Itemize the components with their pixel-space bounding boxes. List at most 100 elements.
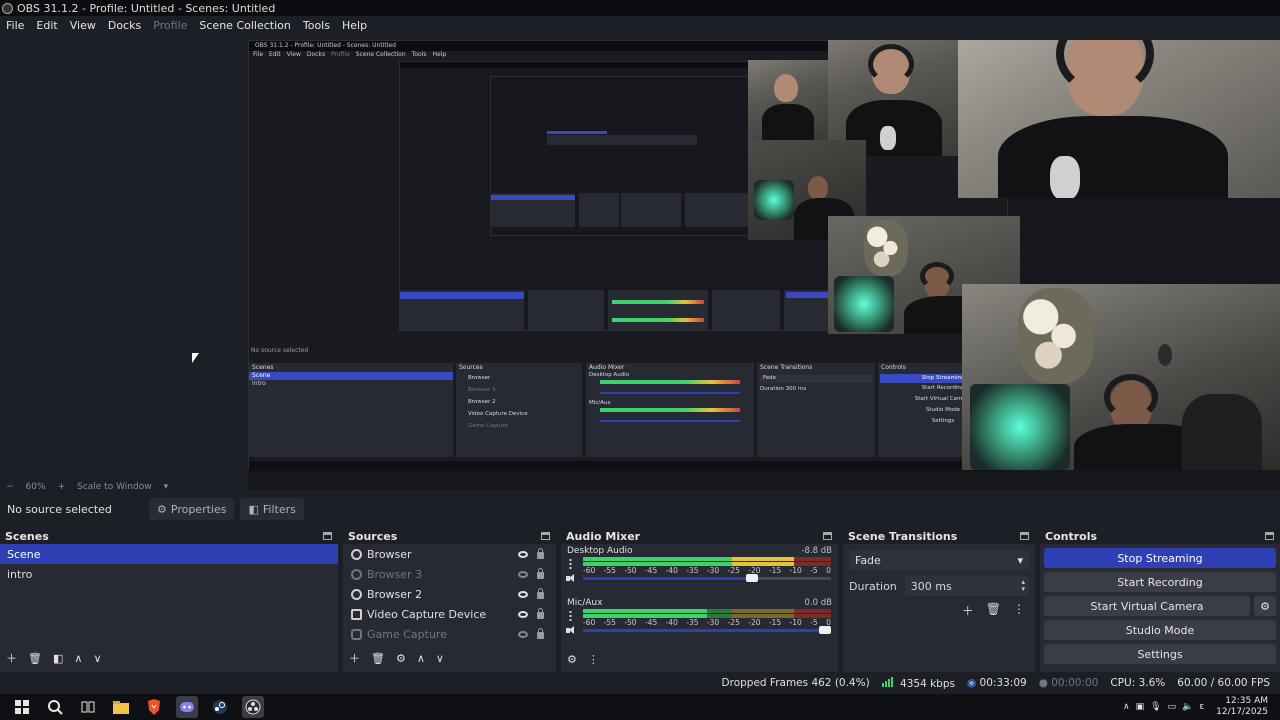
webcam-feed-large	[958, 40, 1280, 198]
volume-slider[interactable]	[583, 626, 831, 634]
settings-button[interactable]: Settings	[1044, 644, 1276, 664]
eye-hidden-icon[interactable]	[518, 571, 528, 578]
source-label: Browser 3	[367, 567, 423, 581]
properties-button[interactable]: ⚙ Properties	[149, 498, 235, 520]
menu-file[interactable]: File	[0, 19, 30, 32]
lock-icon[interactable]	[537, 588, 544, 599]
move-down-icon[interactable]: ∨	[436, 652, 444, 665]
menu-edit[interactable]: Edit	[30, 19, 63, 32]
move-up-icon[interactable]: ∧	[74, 652, 82, 665]
window-title: OBS 31.1.2 - Profile: Untitled - Scenes:…	[17, 1, 276, 15]
transition-select[interactable]: Fade ▾	[849, 550, 1029, 570]
discord-icon[interactable]	[176, 696, 198, 718]
taskbar-clock[interactable]: 12:35 AM 12/17/2025	[1216, 696, 1268, 718]
add-scene-icon[interactable]: ＋	[6, 650, 17, 666]
windows-start-icon[interactable]	[11, 696, 33, 718]
move-up-icon[interactable]: ∧	[417, 652, 425, 665]
dock-float-icon[interactable]	[1265, 532, 1274, 540]
source-item[interactable]: Video Capture Device	[343, 604, 556, 624]
tray-app-icon[interactable]: ▣	[1136, 702, 1145, 712]
language-icon[interactable]: ε	[1199, 702, 1204, 712]
advanced-audio-icon[interactable]: ⚙	[567, 653, 577, 666]
menu-docks[interactable]: Docks	[102, 19, 147, 32]
scale-mode-dropdown-icon[interactable]: ▾	[164, 482, 169, 492]
volume-slider[interactable]	[583, 574, 831, 582]
camera-icon	[351, 608, 362, 620]
mixer-menu-icon[interactable]: ⋮	[588, 653, 599, 666]
nested-fade: Fade	[760, 375, 872, 383]
virtual-camera-settings-gear-icon[interactable]: ⚙	[1254, 596, 1276, 616]
remove-source-icon[interactable]: 🗑	[371, 652, 385, 665]
menu-scene-collection[interactable]: Scene Collection	[193, 19, 296, 32]
remove-scene-icon[interactable]: 🗑	[28, 652, 42, 665]
transition-menu-icon[interactable]: ⋮	[1013, 602, 1025, 619]
network-icon[interactable]: ▭	[1168, 702, 1177, 712]
lock-icon[interactable]	[537, 548, 544, 559]
start-recording-button[interactable]: Start Recording	[1044, 572, 1276, 592]
dock-float-icon[interactable]	[823, 532, 832, 540]
dock-float-icon[interactable]	[1020, 532, 1029, 540]
scale-tick-label: -40	[665, 618, 678, 627]
lock-icon[interactable]	[537, 608, 544, 619]
steam-icon[interactable]	[209, 696, 231, 718]
scene-filters-icon[interactable]: ◧	[53, 652, 63, 665]
menu-help[interactable]: Help	[336, 19, 373, 32]
preview-canvas[interactable]: OBS 31.1.2 - Profile: Untitled - Scenes:…	[248, 40, 1280, 490]
start-virtual-camera-button[interactable]: Start Virtual Camera	[1044, 596, 1250, 616]
obs-taskbar-icon[interactable]	[242, 696, 264, 718]
file-explorer-icon[interactable]	[110, 696, 132, 718]
chevron-up-icon[interactable]: ∧	[1123, 702, 1130, 712]
menu-profile[interactable]: Profile	[147, 19, 193, 32]
brave-browser-icon[interactable]	[143, 696, 165, 718]
zoom-in-button[interactable]: +	[58, 482, 66, 492]
eye-icon[interactable]	[518, 611, 528, 618]
source-item[interactable]: Browser 2	[343, 584, 556, 604]
add-source-icon[interactable]: ＋	[349, 650, 360, 666]
scale-mode[interactable]: Scale to Window	[77, 482, 151, 492]
window-titlebar: OBS 31.1.2 - Profile: Untitled - Scenes:…	[0, 0, 1280, 16]
spinner-icon[interactable]: ▴ ▾	[1021, 579, 1025, 593]
stop-streaming-button[interactable]: Stop Streaming	[1044, 548, 1276, 568]
scene-item[interactable]: Scene	[0, 544, 338, 564]
eye-icon[interactable]	[518, 551, 528, 558]
lock-icon[interactable]	[537, 568, 544, 579]
channel-menu-icon[interactable]	[569, 610, 572, 621]
task-view-icon[interactable]	[77, 696, 99, 718]
source-item[interactable]: Browser 3	[343, 564, 556, 584]
volume-knob[interactable]	[819, 626, 831, 634]
move-down-icon[interactable]: ∨	[93, 652, 101, 665]
source-item[interactable]: Game Capture	[343, 624, 556, 644]
clock-time: 12:35 AM	[1225, 696, 1268, 706]
scale-tick-label: -40	[665, 566, 678, 575]
eye-hidden-icon[interactable]	[518, 631, 528, 638]
filters-button[interactable]: ◧ Filters	[240, 498, 304, 520]
nested-menu-profile: Profile	[331, 51, 350, 58]
scale-tick-label: -10	[789, 618, 802, 627]
microphone-icon[interactable]: 🎙	[1150, 702, 1161, 712]
volume-knob[interactable]	[745, 574, 758, 582]
source-properties-icon[interactable]: ⚙	[396, 652, 406, 665]
studio-mode-button[interactable]: Studio Mode	[1044, 620, 1276, 640]
duration-input[interactable]: 300 ms ▴ ▾	[904, 576, 1029, 596]
speaker-icon[interactable]	[566, 626, 576, 635]
zoom-out-button[interactable]: −	[6, 482, 14, 492]
dock-float-icon[interactable]	[541, 532, 550, 540]
menu-tools[interactable]: Tools	[297, 19, 336, 32]
speaker-icon[interactable]	[566, 574, 576, 583]
scale-tick-label: -45	[644, 618, 658, 627]
menu-view[interactable]: View	[64, 19, 102, 32]
bitrate-group: 4354 kbps	[881, 676, 955, 690]
channel-menu-icon[interactable]	[569, 558, 572, 569]
dock-float-icon[interactable]	[323, 532, 332, 540]
remove-transition-icon[interactable]: 🗑	[986, 602, 1001, 619]
lock-icon[interactable]	[537, 628, 544, 639]
scene-item[interactable]: intro	[0, 564, 338, 584]
volume-icon[interactable]: 🔈	[1182, 702, 1193, 712]
add-transition-icon[interactable]: ＋	[962, 602, 974, 619]
search-icon[interactable]	[44, 696, 66, 718]
preview-area[interactable]: OBS 31.1.2 - Profile: Untitled - Scenes:…	[0, 34, 1280, 490]
scale-tick-label: -55	[603, 566, 616, 575]
eye-icon[interactable]	[518, 591, 528, 598]
source-item[interactable]: Browser	[343, 544, 556, 564]
globe-icon	[351, 548, 362, 560]
